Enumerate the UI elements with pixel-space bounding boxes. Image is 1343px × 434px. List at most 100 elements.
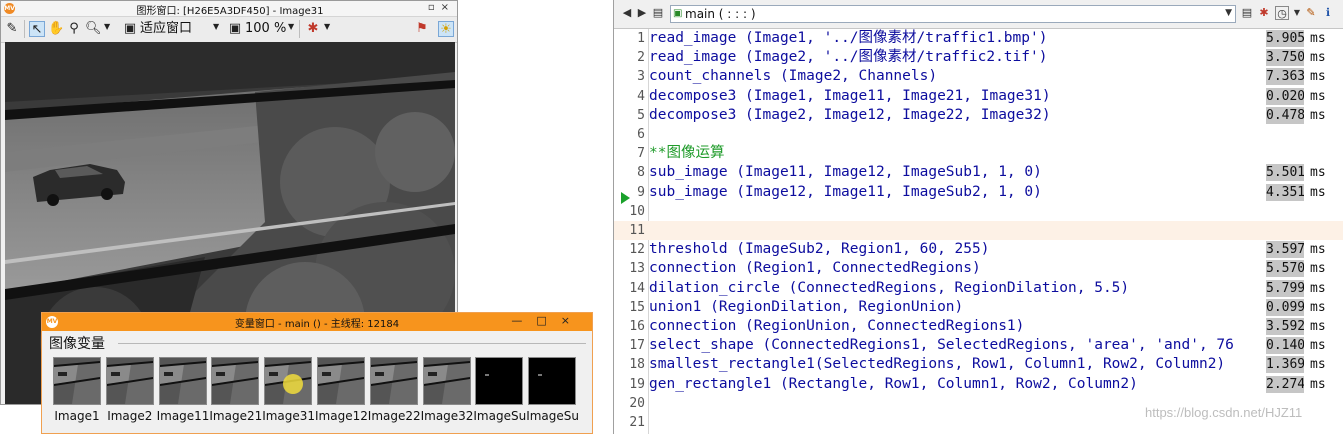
code-line[interactable]: 7 **图像运算 [614,144,1343,163]
zoom-level-label[interactable]: 100 % [245,21,286,37]
code-line[interactable]: 5 decompose3 (Image2, Image12, Image22, I… [614,106,1343,125]
print-icon[interactable]: ▤ [1240,6,1254,20]
time-unit: ms [1310,242,1326,258]
line-number: 19 [629,376,645,392]
procedure-icon: ▣ [673,8,683,19]
toolbar-divider [24,20,25,38]
execution-time: 5.799 [1266,279,1304,297]
thumbnail-label: Image2 [107,409,153,423]
code-line[interactable]: 17 select_shape (ConnectedRegions1, Selec… [614,336,1343,355]
color-icon[interactable]: ✱ [305,21,321,37]
edit-icon[interactable]: ✎ [4,21,20,37]
execution-time: 4.351 [1266,183,1304,201]
toolbar-divider [299,20,300,38]
time-unit: ms [1310,338,1326,354]
image-variable-thumbnail[interactable]: Image31 [262,356,315,431]
thumbnail-label: Image21 [209,409,263,423]
zoom-percent-icon[interactable]: ▣ [227,21,243,37]
close-icon[interactable]: × [561,314,584,327]
line-number: 18 [629,357,645,373]
chevron-down-icon[interactable]: ▼ [104,22,110,31]
code-line[interactable]: 16 connection (RegionUnion, ConnectedRegi… [614,317,1343,336]
execution-time: 2.274 [1266,375,1304,393]
help-icon[interactable]: ☀ [438,21,454,37]
time-unit: ms [1310,319,1326,334]
close-icon[interactable]: × [441,2,455,13]
chevron-down-icon[interactable]: ▼ [324,22,330,31]
code-line[interactable]: 20 [614,394,1343,413]
code-line[interactable]: 9 sub_image (Image12, Image11, ImageSub2,… [614,183,1343,202]
line-number: 3 [637,69,645,85]
code-line[interactable]: 12 threshold (ImageSub2, Region1, 60, 255… [614,240,1343,259]
chevron-down-icon[interactable]: ▼ [213,22,219,31]
maximize-icon[interactable]: □ [536,314,560,327]
code-line[interactable]: 4 decompose3 (Image1, Image11, Image21, I… [614,87,1343,106]
code-line[interactable]: 14 dilation_circle (ConnectedRegions, Reg… [614,279,1343,298]
thumbnail-image [53,357,101,405]
image-variable-thumbnail[interactable]: Image21 [209,356,263,431]
magnify-icon[interactable]: 🔍︎ [85,21,102,37]
code-line[interactable]: 15 union1 (RegionDilation, RegionUnion) 0.… [614,298,1343,317]
code-line[interactable]: 6 [614,125,1343,144]
code-line[interactable]: 1 read_image (Image1, '../图像素材/traffic1.b… [614,29,1343,48]
zoom-icon[interactable]: ⚲ [66,21,82,37]
image-variable-thumbnail[interactable]: Image1 [51,356,103,431]
code-line[interactable]: 19 gen_rectangle1 (Rectangle, Row1, Colum… [614,375,1343,394]
chevron-down-icon[interactable]: ▼ [288,22,294,31]
pin-icon[interactable]: ⚑ [414,21,430,37]
info-icon[interactable]: ℹ [1321,6,1335,20]
pointer-icon[interactable]: ↖ [29,21,45,37]
forward-icon[interactable]: ▶ [635,6,649,20]
image-variable-thumbnail[interactable]: Image11 [157,356,209,431]
back-icon[interactable]: ◀ [620,6,634,20]
hand-icon[interactable]: ✋ [48,21,64,37]
thumbnail-image [528,357,577,405]
thumbnail-label: Image32 [420,409,474,423]
code-line[interactable]: 3 count_channels (Image2, Channels) 7.363 m… [614,67,1343,86]
variable-window-title: 变量窗口 - main () - 主线程: 12184 [234,319,400,330]
fit-window-icon[interactable]: ▣ [122,21,138,37]
image-variable-thumbnail[interactable]: Image2 [104,356,156,431]
code-line[interactable]: 10 [614,202,1343,221]
line-number: 2 [637,50,645,66]
line-number: 4 [637,88,645,104]
chevron-down-icon[interactable]: ▼ [1225,8,1232,18]
window-controls: —□× [511,314,584,327]
code-line[interactable]: 21 [614,413,1343,432]
execution-time: 1.369 [1266,356,1304,374]
line-number: 16 [629,319,645,334]
code-text: gen_rectangle1 (Rectangle, Row1, Column1… [649,375,1138,392]
line-number: 1 [637,31,645,46]
restore-icon[interactable]: ▫ [428,2,441,13]
settings-icon[interactable]: ✎ [1304,6,1318,20]
fit-window-label[interactable]: 适应窗口 [140,21,192,37]
timer-icon[interactable]: ◷ [1275,6,1289,20]
image-variable-thumbnail[interactable]: Image22 [368,356,421,431]
variable-window-titlebar[interactable]: MV 变量窗口 - main () - 主线程: 12184 —□× [42,313,592,331]
time-unit: ms [1310,31,1326,46]
image-variable-thumbnail[interactable]: Image12 [315,356,368,431]
code-text: threshold (ImageSub2, Region1, 60, 255) [649,241,990,258]
code-line[interactable]: 11 [614,221,1343,240]
image-variable-thumbnail[interactable]: Image32 [421,356,473,431]
code-line[interactable]: 2 read_image (Image2, '../图像素材/traffic2.t… [614,48,1343,67]
code-line[interactable]: 18 smallest_rectangle1(SelectedRegions, R… [614,355,1343,374]
procedure-icon[interactable]: ▤ [651,6,665,20]
thumbnail-image [422,357,471,405]
code-line[interactable]: 13 connection (Region1, ConnectedRegions)… [614,259,1343,278]
code-line[interactable]: 8 sub_image (Image11, Image12, ImageSub1,… [614,163,1343,182]
highlight-icon[interactable]: ✱ [1257,6,1271,20]
image-variable-thumbnail[interactable]: ImageSu [473,356,526,431]
time-unit: ms [1310,69,1326,85]
program-window: ◀ ▶ ▤ ▣ main ( : : : ) ▼ ▤ ✱ ◷ ▼ ✎ ℹ htt… [613,0,1343,434]
graphics-window-titlebar[interactable]: MV 图形窗口: [H26E5A3DF450] - Image31 ▫× [1,1,457,17]
image-variable-thumbnail[interactable]: ImageSu [526,356,579,431]
time-unit: ms [1310,299,1326,315]
procedure-select[interactable]: ▣ main ( : : : ) ▼ [670,5,1236,23]
code-text: decompose3 (Image2, Image12, Image22, Im… [649,106,1051,123]
execution-time: 0.020 [1266,87,1304,105]
chevron-down-icon[interactable]: ▼ [1290,6,1304,20]
minimize-icon[interactable]: — [511,314,536,327]
procedure-name: main ( : : : ) [685,7,756,21]
line-number: 9 [637,184,645,200]
